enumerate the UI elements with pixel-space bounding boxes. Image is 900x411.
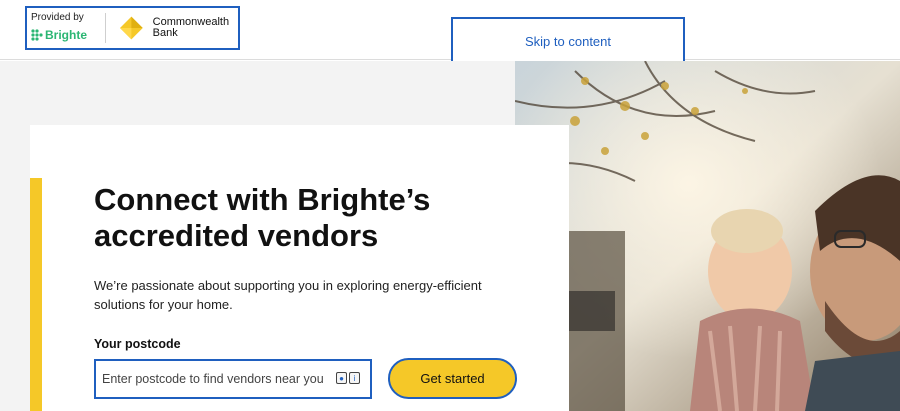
- brighte-wordmark: Brighte: [45, 28, 87, 42]
- brighte-logo: Brighte: [31, 28, 105, 42]
- commbank-wordmark: Commonwealth Bank: [153, 17, 238, 39]
- father-and-toddler-photo-image: [515, 61, 900, 411]
- site-header: Provided by Brighte Commonwealth Bank Sk…: [0, 0, 900, 66]
- hero-photo: [515, 61, 900, 411]
- postcode-label: Your postcode: [94, 337, 181, 351]
- info-icon[interactable]: i: [349, 372, 360, 384]
- logo-divider: [104, 13, 106, 43]
- provided-by-text: Provided by: [31, 12, 84, 23]
- commbank-name-line2: Bank: [152, 27, 178, 39]
- password-manager-icons[interactable]: ● i: [336, 372, 360, 384]
- postcode-input[interactable]: [102, 361, 330, 397]
- postcode-field[interactable]: ● i: [94, 359, 372, 399]
- lock-icon[interactable]: ●: [336, 372, 347, 384]
- provided-by-brighte: Provided by Brighte: [27, 8, 105, 48]
- brand-logos-link[interactable]: Provided by Brighte Commonwealth Bank: [25, 6, 240, 50]
- hero-description: We’re passionate about supporting you in…: [94, 278, 482, 312]
- yellow-accent-bar: [30, 178, 42, 411]
- brighte-logo-icon: [31, 29, 43, 41]
- commbank-diamond-icon: [119, 16, 143, 40]
- hero-title: Connect with Brighte’s accredited vendor…: [94, 182, 431, 253]
- get-started-button[interactable]: Get started: [388, 358, 517, 399]
- skip-to-content-link[interactable]: Skip to content: [451, 17, 685, 66]
